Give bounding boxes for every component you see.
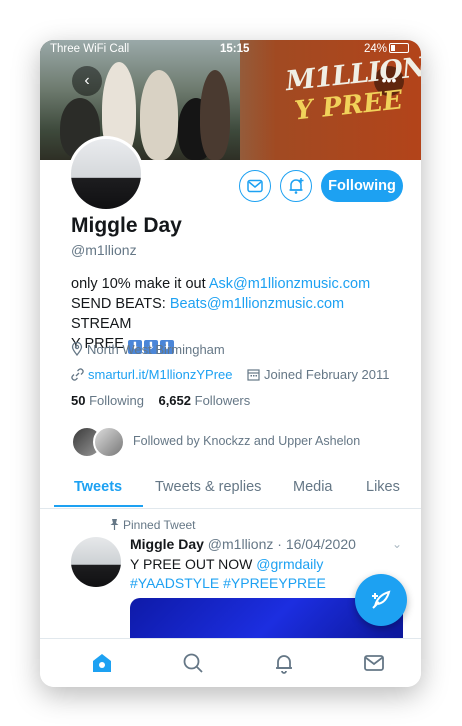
bottom-nav bbox=[40, 638, 421, 687]
calendar-icon bbox=[247, 369, 260, 381]
back-arrow-icon[interactable]: ‹ bbox=[72, 66, 102, 96]
bell-plus-icon[interactable] bbox=[280, 170, 312, 202]
followers-count-link[interactable]: 6,652 Followers bbox=[158, 393, 250, 408]
status-bar: Three WiFi Call 15:15 24% bbox=[40, 40, 421, 58]
pinned-label: Pinned Tweet bbox=[110, 518, 196, 532]
profile-avatar[interactable] bbox=[68, 136, 144, 212]
tab-tweets[interactable]: Tweets bbox=[74, 479, 122, 495]
tweet-mention[interactable]: @grmdaily bbox=[256, 556, 323, 572]
tab-media[interactable]: Media bbox=[293, 479, 333, 495]
tab-tweets-replies[interactable]: Tweets & replies bbox=[155, 479, 261, 495]
link-icon bbox=[71, 368, 84, 381]
messages-icon[interactable] bbox=[362, 651, 386, 675]
profile-joined: Joined February 2011 bbox=[247, 367, 390, 382]
chevron-down-icon[interactable]: ⌄ bbox=[392, 537, 402, 551]
battery-icon bbox=[389, 43, 409, 53]
bio-email-link[interactable]: Ask@m1llionzmusic.com bbox=[209, 276, 370, 292]
profile-location: North West Birmingham bbox=[71, 341, 225, 357]
follow-counts: 50 Following 6,652 Followers bbox=[71, 393, 250, 408]
tweet-hashtags[interactable]: #YAADSTYLE #YPREEYPREE bbox=[130, 575, 326, 591]
tab-likes[interactable]: Likes bbox=[366, 479, 400, 495]
profile-name: Miggle Day bbox=[71, 214, 182, 237]
active-tab-indicator bbox=[54, 505, 143, 507]
banner-photo bbox=[40, 40, 240, 160]
profile-handle: @m1llionz bbox=[71, 242, 137, 258]
tweet-avatar[interactable] bbox=[71, 537, 121, 587]
profile-tabs: Tweets Tweets & replies Media Likes bbox=[40, 468, 421, 509]
message-icon[interactable] bbox=[239, 170, 271, 202]
tweet-text: Y PREE OUT NOW @grmdaily #YAADSTYLE #YPR… bbox=[130, 556, 326, 591]
following-count-link[interactable]: 50 Following bbox=[71, 393, 144, 408]
notifications-icon[interactable] bbox=[272, 651, 296, 675]
follower-avatar bbox=[93, 426, 125, 458]
following-button[interactable]: Following bbox=[321, 170, 403, 202]
banner-brand-text: M1LLIONZ Y PREE bbox=[284, 49, 421, 127]
home-icon[interactable] bbox=[90, 651, 114, 675]
tweet-header: Miggle Day @m1llionz · 16/04/2020 bbox=[130, 536, 356, 552]
location-pin-icon bbox=[71, 341, 83, 357]
compose-icon[interactable] bbox=[355, 574, 407, 626]
phone-screen: Three WiFi Call 15:15 24% ‹ ••• M1LLIONZ… bbox=[40, 40, 421, 687]
pin-icon bbox=[110, 519, 119, 530]
search-icon[interactable] bbox=[181, 651, 205, 675]
clock: 15:15 bbox=[220, 43, 250, 55]
profile-website[interactable]: smarturl.it/M1llionzYPree bbox=[71, 367, 233, 382]
bio-beats-email-link[interactable]: Beats@m1llionzmusic.com bbox=[170, 296, 344, 312]
carrier-label: Three WiFi Call bbox=[50, 43, 130, 55]
